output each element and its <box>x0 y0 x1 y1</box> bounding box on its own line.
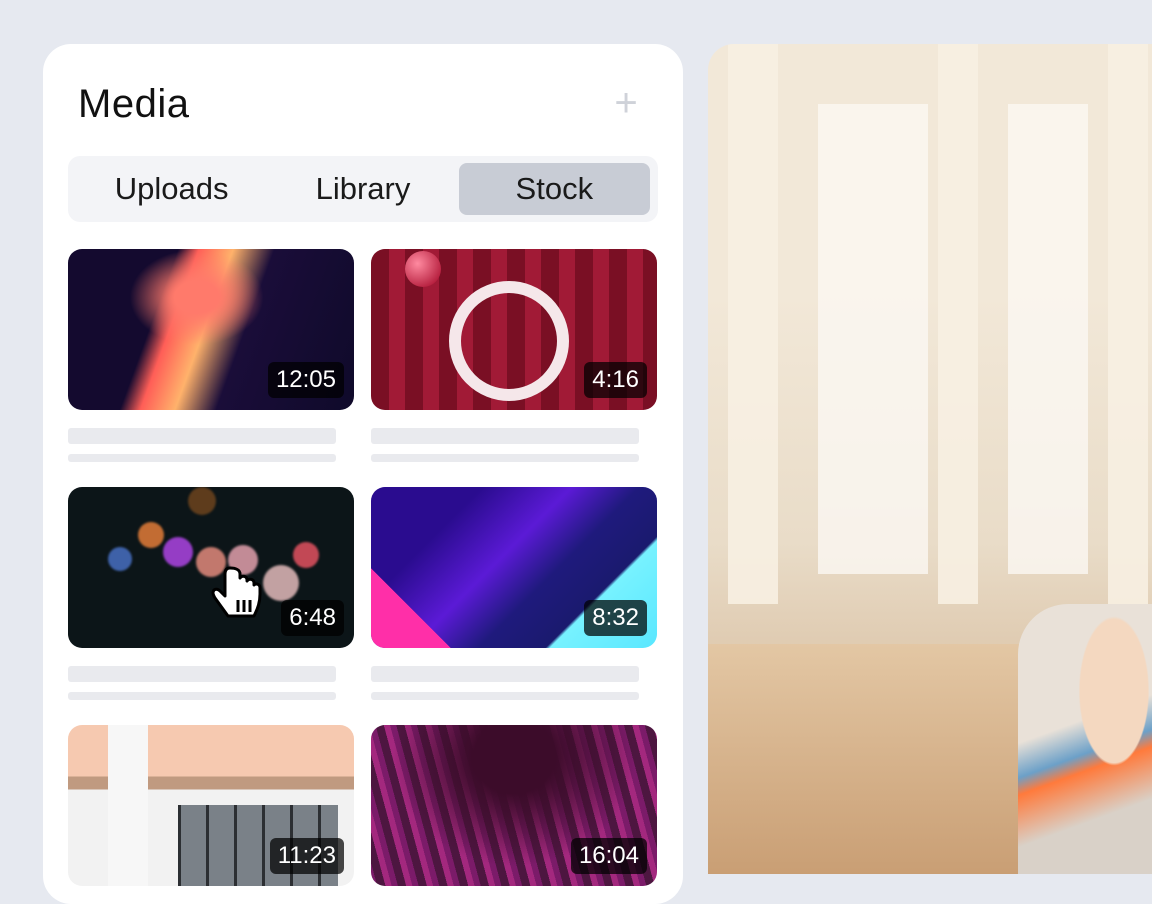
media-panel: Media + Uploads Library Stock 12:05 4:16 <box>43 44 683 904</box>
subtitle-placeholder <box>68 454 336 462</box>
subtitle-placeholder <box>68 692 336 700</box>
duration-badge: 16:04 <box>570 838 647 874</box>
bokeh-light <box>263 565 299 601</box>
media-card[interactable]: 12:05 <box>68 249 354 462</box>
ring-shape <box>449 281 569 401</box>
media-thumbnail[interactable]: 16:04 <box>371 725 657 886</box>
title-placeholder <box>68 428 336 444</box>
pink-shape <box>371 568 451 648</box>
bokeh-light <box>138 522 164 548</box>
duration-badge: 11:23 <box>269 838 344 874</box>
media-thumbnail[interactable]: 11:23 <box>68 725 354 886</box>
media-card[interactable]: 11:23 <box>68 725 354 886</box>
bokeh-light <box>108 547 132 571</box>
pillar-shape <box>108 725 148 886</box>
media-thumbnail[interactable]: 12:05 <box>68 249 354 410</box>
media-card[interactable]: 4:16 <box>371 249 657 462</box>
title-placeholder <box>68 666 336 682</box>
bokeh-light <box>188 487 216 515</box>
video-preview[interactable] <box>708 44 1152 874</box>
ball-shape <box>405 251 441 287</box>
tab-stock[interactable]: Stock <box>458 163 650 215</box>
media-tabs: Uploads Library Stock <box>68 156 658 222</box>
duration-badge: 6:48 <box>281 600 344 636</box>
tab-uploads[interactable]: Uploads <box>76 163 267 215</box>
window-shape <box>818 104 928 574</box>
media-card[interactable]: 6:48 <box>68 487 354 700</box>
media-thumbnail[interactable]: 4:16 <box>371 249 657 410</box>
title-placeholder <box>371 666 639 682</box>
bokeh-light <box>293 542 319 568</box>
media-thumbnail[interactable]: 6:48 <box>68 487 354 648</box>
pillar-shape <box>1108 44 1148 604</box>
duration-badge: 4:16 <box>584 362 647 398</box>
duration-badge: 8:32 <box>584 600 647 636</box>
media-card[interactable]: 16:04 <box>371 725 657 886</box>
tab-library[interactable]: Library <box>267 163 458 215</box>
media-card[interactable]: 8:32 <box>371 487 657 700</box>
title-placeholder <box>371 428 639 444</box>
window-shape <box>1008 104 1088 574</box>
subtitle-placeholder <box>371 454 639 462</box>
duration-badge: 12:05 <box>267 362 344 398</box>
panel-title: Media <box>78 82 190 126</box>
pillar-shape <box>728 44 778 604</box>
pillar-shape <box>938 44 978 604</box>
subtitle-placeholder <box>371 692 639 700</box>
plus-icon: + <box>614 81 638 125</box>
hand-pointer-icon <box>211 566 262 618</box>
person-figure <box>1018 604 1152 874</box>
bokeh-light <box>163 537 193 567</box>
media-thumbnail[interactable]: 8:32 <box>371 487 657 648</box>
add-media-button[interactable]: + <box>609 83 643 123</box>
